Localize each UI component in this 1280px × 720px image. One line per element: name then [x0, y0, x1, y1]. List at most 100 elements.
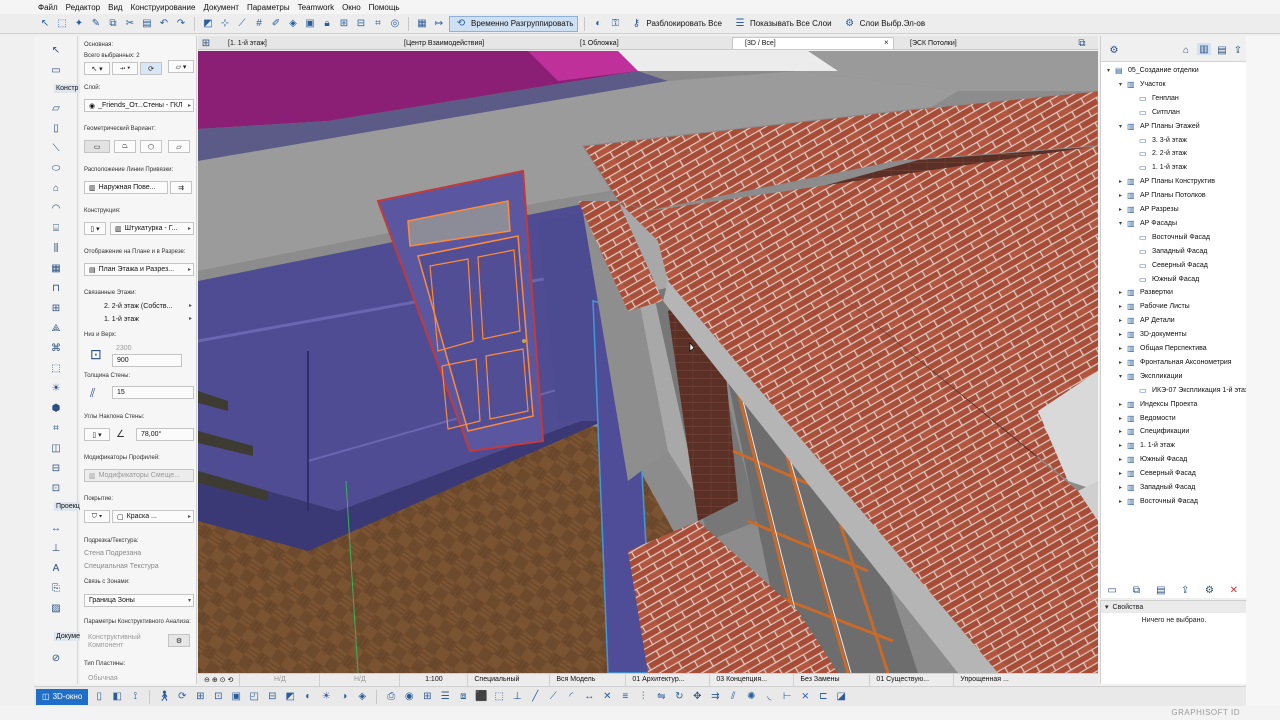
arrow-tool-icon[interactable]: ↖ — [49, 44, 63, 56]
wall-tool-icon[interactable]: ▱ — [49, 102, 63, 114]
group-icon[interactable]: ⊞ — [337, 17, 351, 31]
skylight-tool-icon[interactable]: ⟁ — [49, 322, 63, 334]
slab-tool-icon[interactable]: ⬭ — [49, 162, 63, 174]
thickness-field[interactable]: 15 — [112, 386, 194, 399]
chevron-right-icon[interactable]: ▸ — [1119, 331, 1127, 338]
marquee-bottom-icon[interactable]: ⬚ — [492, 690, 506, 704]
column-tool-icon[interactable]: ▯ — [49, 122, 63, 134]
3d-viewport[interactable] — [198, 51, 1098, 673]
pen-set-select[interactable]: 01 Архитектур... — [626, 673, 711, 686]
tab-3d-all[interactable]: [3D / Все] — [732, 37, 894, 49]
navigator-item[interactable]: ▭ Северный Фасад — [1131, 259, 1208, 272]
level-dimension-tool-icon[interactable]: ⊥ — [49, 542, 63, 554]
guide-line-icon[interactable]: ⟋ — [235, 17, 249, 31]
arrow-select-icon[interactable]: ↖ — [38, 17, 52, 31]
rotate-icon[interactable]: ↻ — [672, 690, 686, 704]
cut-icon[interactable]: ✂ — [123, 17, 137, 31]
model-view-select[interactable]: Вся Модель — [550, 673, 627, 686]
zoom-controls[interactable]: ⊖ ⊕ ⊙ ⟲ — [198, 673, 241, 686]
navigator-item[interactable]: ▾ ▥ Участок — [1119, 78, 1166, 91]
chevron-right-icon[interactable]: ▸ — [1119, 289, 1127, 296]
grid-icon[interactable]: # — [252, 17, 266, 31]
wall-geometry-button[interactable]: ⤞ ▾ — [112, 62, 138, 75]
layout-icon[interactable]: ▦ — [415, 17, 429, 31]
navigator-item[interactable]: ▾ ▤ 05_Создание отделки — [1107, 64, 1199, 77]
zone-relation-select[interactable]: Граница Зоны ▾ — [84, 594, 194, 607]
publisher-icon[interactable]: ⇪ — [1231, 44, 1245, 56]
navigator-item[interactable]: ▸ ▥ АР Планы Потолков — [1119, 189, 1206, 202]
menu-help[interactable]: Помощь — [369, 3, 400, 12]
cutting-planes-icon[interactable]: ◰ — [247, 690, 261, 704]
show-all-layers-button[interactable]: ☰ Показывать Все Слои — [729, 16, 836, 32]
text-tool-icon[interactable]: A — [49, 562, 63, 574]
close-tab-icon[interactable]: × — [884, 38, 889, 47]
undo-icon[interactable]: ↶ — [157, 17, 171, 31]
navigator-item[interactable]: ▾ ▥ Экспликации — [1119, 370, 1182, 383]
document-group-label[interactable]: Докуме — [54, 632, 82, 641]
favorites-button[interactable]: ⟳ — [140, 62, 162, 75]
chevron-down-icon[interactable]: ▾ — [1119, 220, 1127, 227]
hotspot-icon[interactable]: ◈ — [286, 17, 300, 31]
render-icon[interactable]: ◎ — [388, 17, 402, 31]
align-icon[interactable]: ≡ — [618, 690, 632, 704]
chevron-right-icon[interactable]: ▸ — [1119, 456, 1127, 463]
camera-icon[interactable]: ⎙ — [384, 690, 398, 704]
dimension-bottom-icon[interactable]: ↔ — [582, 690, 596, 704]
navigator-item[interactable]: ▾ ▥ АР Планы Этажей — [1119, 120, 1200, 133]
elevation-icon[interactable]: ⊥ — [510, 690, 524, 704]
dimension-tool-icon[interactable]: ↔ — [49, 522, 63, 534]
chevron-down-icon[interactable]: ▾ — [1119, 81, 1127, 88]
navigator-item[interactable]: ▸ ▥ АР Разрезы — [1119, 203, 1179, 216]
beam-tool-icon[interactable]: ⟍ — [49, 142, 63, 154]
axonometry-icon[interactable]: ◧ — [110, 690, 124, 704]
navigator-item[interactable]: ▸ ▥ Спецификации — [1119, 425, 1189, 438]
surface-paint-icon[interactable]: ⬛ — [474, 690, 488, 704]
navigator-item[interactable]: ▸ ▥ Фронтальная Аксонометрия — [1119, 356, 1232, 369]
navigator-item[interactable]: ▸ ▥ Ведомости — [1119, 412, 1176, 425]
suspend-groups-icon[interactable]: ⌗ — [371, 17, 385, 31]
filter-icon[interactable]: ⊟ — [265, 690, 279, 704]
ungroup-icon[interactable]: ⊟ — [354, 17, 368, 31]
graphisoft-id-logo[interactable]: GRAPHISOFT ID — [1171, 708, 1240, 717]
construct-group-label[interactable]: Констр — [54, 84, 81, 93]
linked-top-story[interactable]: 2. 2-й этаж (Собств... ▸ — [100, 300, 194, 313]
chevron-down-icon[interactable]: ▾ — [1119, 123, 1127, 130]
slant-type-button[interactable]: ▯ ▾ — [84, 428, 110, 441]
bottom-height-field[interactable]: 900 — [112, 354, 182, 367]
measure-icon[interactable]: ↦ — [432, 17, 446, 31]
orbit-tool-icon[interactable]: ⟳ — [175, 690, 189, 704]
new-view-icon[interactable]: ▭ — [1105, 584, 1119, 596]
clone-folder-icon[interactable]: ⧉ — [1129, 584, 1143, 596]
mirror-icon[interactable]: ⇋ — [654, 690, 668, 704]
redo-icon[interactable]: ↷ — [174, 17, 188, 31]
navigator-item[interactable]: ▸ ▥ АР Детали — [1119, 314, 1175, 327]
eyedropper-icon[interactable]: ✎ — [89, 17, 103, 31]
layer-combination-select[interactable]: Специальный — [468, 673, 551, 686]
navigator-item[interactable]: ▸ ▥ Рабочие Листы — [1119, 300, 1190, 313]
layers-bottom-icon[interactable]: ☰ — [438, 690, 452, 704]
flip-direction-button[interactable]: ⇉ — [170, 181, 192, 194]
slab-type-value[interactable]: Обычная — [84, 672, 194, 684]
chevron-right-icon[interactable]: ▸ — [1119, 303, 1127, 310]
adjust-icon[interactable]: ⊢ — [780, 690, 794, 704]
navigator-item[interactable]: ▸ ▥ Северный Фасад — [1119, 467, 1196, 480]
chevron-right-icon[interactable]: ▸ — [1119, 359, 1127, 366]
shading-icon[interactable]: ◐ — [301, 690, 315, 704]
navigator-item[interactable]: ▾ ▥ АР Фасады — [1119, 217, 1177, 230]
section-box-icon[interactable]: ▣ — [229, 690, 243, 704]
save-view-icon[interactable]: ⇪ — [1178, 584, 1192, 596]
3d-window-button[interactable]: ◫ 3D-окно — [36, 688, 89, 705]
new-folder-icon[interactable]: ▤ — [1154, 584, 1168, 596]
menu-design[interactable]: Конструирование — [131, 3, 196, 12]
cube-tool-icon[interactable]: ◫ — [49, 442, 63, 454]
connect-icon[interactable]: ⊏ — [816, 690, 830, 704]
analysis-settings-button[interactable]: ⚙ — [168, 634, 190, 647]
chevron-right-icon[interactable]: ▸ — [1119, 178, 1127, 185]
slant-angle-field[interactable]: 78,00° — [136, 428, 194, 441]
properties-view-icon[interactable]: ⚙ — [1202, 584, 1216, 596]
navigator-item[interactable]: ▸ ▥ Развертки — [1119, 286, 1173, 299]
intersect-icon[interactable]: ⨯ — [798, 690, 812, 704]
layout-book-icon[interactable]: ▤ — [1215, 44, 1229, 56]
navigator-item[interactable]: ▭ 1. 1-й этаж — [1131, 161, 1187, 174]
navigator-item[interactable]: ▭ Южный Фасад — [1131, 273, 1199, 286]
